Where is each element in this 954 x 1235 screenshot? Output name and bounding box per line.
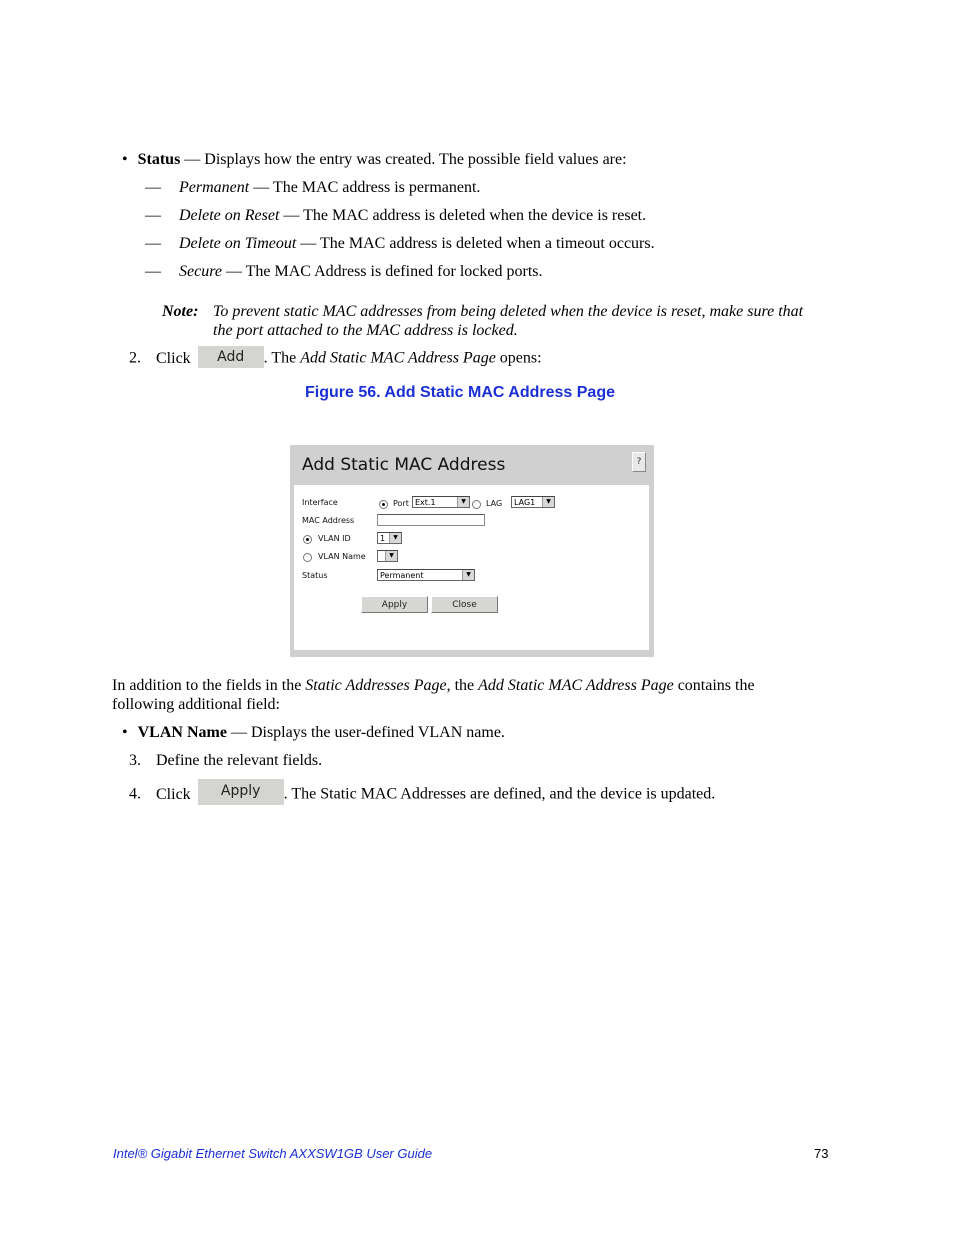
mac-address-label: MAC Address	[302, 516, 355, 525]
lag-select-value: LAG1	[514, 498, 536, 507]
additional-fields-paragraph: In addition to the fields in the Static …	[112, 676, 755, 714]
status-value-term: Permanent	[179, 179, 250, 196]
step-text: Define the relevant fields.	[156, 752, 323, 769]
port-select-value: Ext.1	[415, 498, 436, 507]
vlan-id-radio[interactable]	[303, 535, 312, 544]
status-bullet: • Status — Displays how the entry was cr…	[122, 150, 627, 169]
figure-caption: Figure 56. Add Static MAC Address Page	[305, 384, 615, 401]
vlan-name-term: VLAN Name	[137, 724, 227, 741]
vlan-name-label: VLAN Name	[318, 552, 366, 561]
dash-icon: —	[145, 179, 161, 196]
add-button[interactable]: Add	[197, 346, 264, 368]
dash-icon: —	[145, 235, 161, 252]
step-click-text: Click	[156, 349, 191, 367]
apply-inline-button[interactable]: Apply	[197, 779, 284, 805]
status-term: Status	[137, 151, 181, 168]
lag-radio[interactable]	[472, 500, 481, 509]
note-label: Note:	[162, 303, 199, 320]
step-3: 3. Define the relevant fields.	[129, 751, 322, 770]
status-label: Status	[302, 571, 328, 580]
bullet-icon: •	[122, 151, 128, 168]
para-text-line2: following additional field:	[112, 696, 280, 713]
status-value-item: — Permanent — The MAC address is permane…	[145, 178, 480, 197]
step-4: 4. Click Apply. The Static MAC Addresses…	[129, 779, 716, 808]
step-text: . The	[263, 349, 301, 367]
chevron-down-icon: ▼	[462, 570, 474, 580]
vlan-name-bullet: • VLAN Name — Displays the user-defined …	[122, 723, 505, 742]
status-value-item: — Delete on Reset — The MAC address is d…	[145, 206, 646, 225]
dash-icon: —	[145, 207, 161, 224]
page-number: 73	[814, 1146, 829, 1161]
vlan-id-select[interactable]: 1 ▼	[377, 532, 402, 544]
status-value-item: — Delete on Timeout — The MAC address is…	[145, 234, 655, 253]
step-2: 2. Click Add. The Add Static MAC Address…	[129, 346, 542, 370]
step-text: . The Static MAC Addresses are defined, …	[283, 785, 716, 803]
lag-label: LAG	[486, 499, 503, 508]
status-value-item: — Secure — The MAC Address is defined fo…	[145, 262, 542, 281]
port-select[interactable]: Ext.1 ▼	[412, 496, 470, 508]
chevron-down-icon: ▼	[542, 497, 554, 507]
chevron-down-icon: ▼	[385, 551, 397, 561]
lag-select[interactable]: LAG1 ▼	[511, 496, 555, 508]
help-button[interactable]: ?	[632, 452, 646, 472]
chevron-down-icon: ▼	[457, 497, 469, 507]
note-text: To prevent static MAC addresses from bei…	[213, 303, 804, 339]
para-text: , the	[446, 677, 479, 694]
status-value-description: — The MAC address is deleted when the de…	[279, 207, 647, 224]
footer-title: Intel® Gigabit Ethernet Switch AXXSW1GB …	[113, 1146, 433, 1161]
step-text: opens:	[495, 349, 542, 367]
dialog-body: Interface Port Ext.1 ▼ LAG LAG1 ▼ MAC Ad…	[294, 485, 649, 650]
status-select[interactable]: Permanent ▼	[377, 569, 475, 581]
status-value-description: — The MAC Address is defined for locked …	[221, 263, 543, 280]
status-value-description: — The MAC address is permanent.	[249, 179, 481, 196]
status-description: — Displays how the entry was created. Th…	[180, 151, 627, 168]
dialog-title: Add Static MAC Address	[302, 455, 506, 475]
status-select-value: Permanent	[380, 571, 424, 580]
status-value-term: Secure	[179, 263, 222, 280]
mac-address-input[interactable]	[377, 514, 485, 526]
para-page-name: Add Static MAC Address Page	[478, 677, 674, 694]
step-number: 4.	[129, 785, 141, 803]
add-static-mac-dialog: Add Static MAC Address ? Interface Port …	[290, 445, 654, 657]
port-radio[interactable]	[379, 500, 388, 509]
para-text: In addition to the fields in the	[112, 677, 306, 694]
status-value-term: Delete on Reset	[179, 207, 280, 224]
chevron-down-icon: ▼	[389, 533, 401, 543]
para-text: contains the	[673, 677, 755, 694]
vlan-id-label: VLAN ID	[318, 534, 351, 543]
vlan-name-radio[interactable]	[303, 553, 312, 562]
dash-icon: —	[145, 263, 161, 280]
port-label: Port	[393, 499, 409, 508]
bullet-icon: •	[122, 724, 128, 741]
vlan-name-description: — Displays the user-defined VLAN name.	[226, 724, 505, 741]
vlan-name-select[interactable]: ▼	[377, 550, 398, 562]
step-click-text: Click	[156, 785, 191, 803]
status-value-description: — The MAC address is deleted when a time…	[296, 235, 655, 252]
status-value-term: Delete on Timeout	[179, 235, 297, 252]
step-number: 2.	[129, 349, 141, 367]
apply-button[interactable]: Apply	[361, 596, 428, 613]
interface-label: Interface	[302, 498, 338, 507]
close-button[interactable]: Close	[431, 596, 498, 613]
step-number: 3.	[129, 752, 141, 769]
step-page-name: Add Static MAC Address Page	[300, 349, 496, 367]
para-page-name: Static Addresses Page	[305, 677, 447, 694]
vlan-id-select-value: 1	[380, 534, 386, 543]
